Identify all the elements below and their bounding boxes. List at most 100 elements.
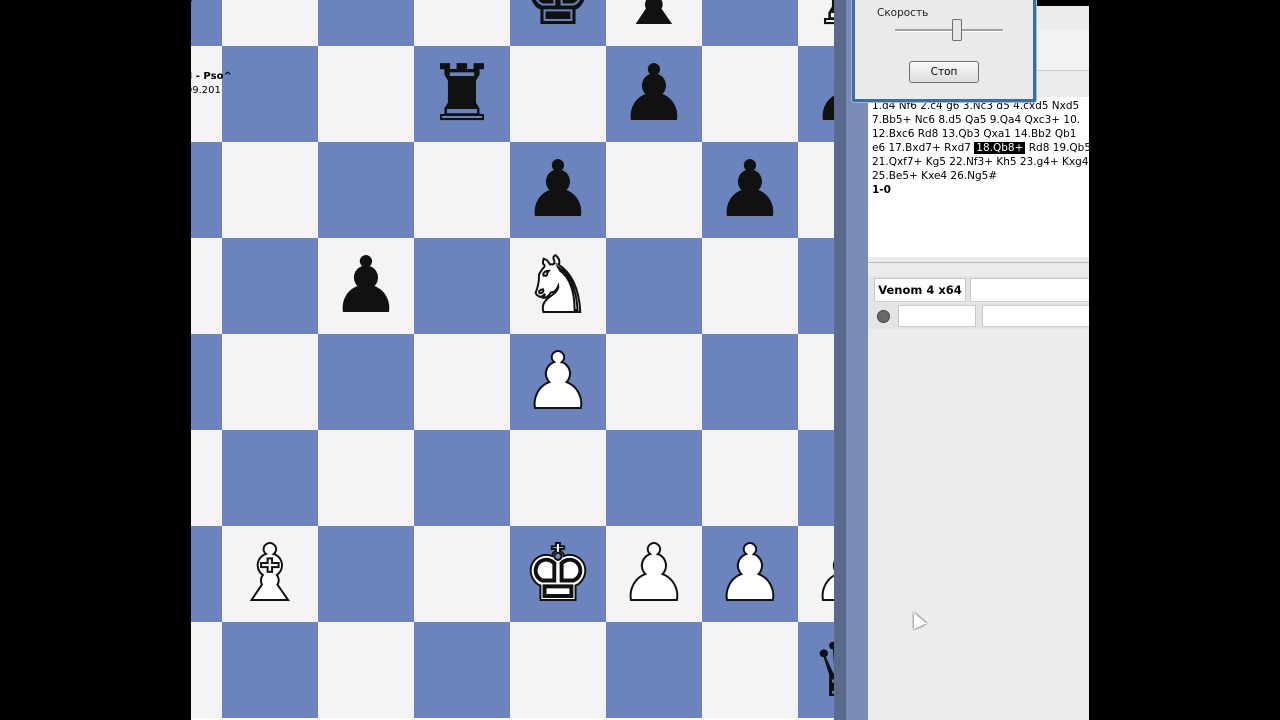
- board-square[interactable]: [222, 238, 318, 334]
- board-square[interactable]: [318, 430, 414, 526]
- chess-piece[interactable]: ♟: [318, 238, 414, 334]
- board-square[interactable]: [606, 334, 702, 430]
- board-square[interactable]: [191, 622, 222, 718]
- board-square[interactable]: ♟: [510, 334, 606, 430]
- chess-piece[interactable]: ♝: [606, 0, 702, 46]
- board-square[interactable]: [318, 142, 414, 238]
- board-square[interactable]: [318, 622, 414, 718]
- notation-line[interactable]: e6 17.Bxd7+ Rxd7 18.Qb8+ Rd8 19.Qb5: [872, 142, 1089, 154]
- board-square[interactable]: [318, 334, 414, 430]
- chess-piece[interactable]: ♟: [510, 334, 606, 430]
- board-square[interactable]: [606, 238, 702, 334]
- board-square[interactable]: ♚: [510, 526, 606, 622]
- board-square[interactable]: [606, 622, 702, 718]
- board-square[interactable]: [414, 142, 510, 238]
- chess-board-area[interactable]: ♛♚♝♜♜♟♟♟♟♟♞♟♝♚♟♟♟♛: [191, 0, 834, 720]
- board-square[interactable]: ♝: [222, 526, 318, 622]
- board-square[interactable]: ♜: [414, 46, 510, 142]
- board-square[interactable]: [414, 430, 510, 526]
- board-square[interactable]: [702, 622, 798, 718]
- board-square[interactable]: [318, 0, 414, 46]
- chess-piece[interactable]: ♛: [191, 0, 222, 46]
- board-square[interactable]: [222, 46, 318, 142]
- notation-line[interactable]: 12.Bxc6 Rd8 13.Qb3 Qxa1 14.Bb2 Qb1: [872, 128, 1076, 140]
- chess-piece[interactable]: ♚: [510, 0, 606, 46]
- board-square[interactable]: [510, 430, 606, 526]
- board-square[interactable]: ♟: [510, 142, 606, 238]
- board-square[interactable]: [798, 334, 834, 430]
- board-square[interactable]: ♟: [318, 238, 414, 334]
- chess-piece[interactable]: ♟: [606, 526, 702, 622]
- chess-piece[interactable]: ♟: [606, 46, 702, 142]
- chess-piece[interactable]: ♜: [414, 46, 510, 142]
- board-square[interactable]: ♚: [510, 0, 606, 46]
- board-square[interactable]: ♟: [798, 46, 834, 142]
- board-square[interactable]: ♟: [702, 142, 798, 238]
- board-square[interactable]: [222, 334, 318, 430]
- board-square[interactable]: ♟: [798, 526, 834, 622]
- chess-piece[interactable]: ♟: [510, 142, 606, 238]
- board-square[interactable]: [191, 430, 222, 526]
- speed-slider-track[interactable]: [895, 29, 1003, 32]
- notation-line[interactable]: 7.Bb5+ Nc6 8.d5 Qa5 9.Qa4 Qxc3+ 10.: [872, 114, 1080, 126]
- board-square[interactable]: [222, 0, 318, 46]
- chess-piece[interactable]: ♛: [798, 622, 834, 718]
- board-square[interactable]: [191, 142, 222, 238]
- board-square[interactable]: [798, 142, 834, 238]
- splitter-bar[interactable]: [846, 0, 868, 720]
- engine-name-tab[interactable]: Venom 4 x64: [874, 278, 966, 302]
- board-square[interactable]: [414, 526, 510, 622]
- board-square[interactable]: [222, 622, 318, 718]
- stop-button[interactable]: Стоп: [909, 61, 979, 83]
- engine-status-icon[interactable]: [877, 310, 890, 323]
- board-square[interactable]: [318, 526, 414, 622]
- board-square[interactable]: [606, 142, 702, 238]
- chess-piece[interactable]: ♟: [702, 526, 798, 622]
- notation-moves[interactable]: e6 17.Bxd7+ Rxd7: [872, 142, 971, 154]
- board-square[interactable]: [414, 334, 510, 430]
- board-square[interactable]: [510, 622, 606, 718]
- board-square[interactable]: ♝: [606, 0, 702, 46]
- board-square[interactable]: [414, 622, 510, 718]
- board-square[interactable]: [191, 238, 222, 334]
- board-square[interactable]: [510, 46, 606, 142]
- board-square[interactable]: [414, 238, 510, 334]
- board-square[interactable]: ♟: [702, 526, 798, 622]
- notation-line[interactable]: 21.Qxf7+ Kg5 22.Nf3+ Kh5 23.g4+ Kxg4: [872, 156, 1089, 168]
- chess-piece[interactable]: ♟: [798, 526, 834, 622]
- board-square[interactable]: [702, 334, 798, 430]
- board-square[interactable]: [702, 46, 798, 142]
- board-square[interactable]: [222, 142, 318, 238]
- speed-label: Скорость: [877, 7, 929, 19]
- board-square[interactable]: [798, 430, 834, 526]
- chess-piece[interactable]: ♝: [222, 526, 318, 622]
- chess-board[interactable]: ♛♚♝♜♜♟♟♟♟♟♞♟♝♚♟♟♟♛: [191, 0, 834, 718]
- board-square[interactable]: [606, 430, 702, 526]
- board-square[interactable]: [798, 238, 834, 334]
- board-square[interactable]: ♜: [798, 0, 834, 46]
- speed-slider-thumb[interactable]: [952, 19, 962, 41]
- chess-piece[interactable]: ♚: [510, 526, 606, 622]
- engine-info-field: [970, 278, 1089, 302]
- current-move-highlight[interactable]: 18.Qb8+: [974, 142, 1026, 154]
- chess-piece[interactable]: ♟: [702, 142, 798, 238]
- chess-piece[interactable]: ♞: [510, 238, 606, 334]
- board-square[interactable]: [191, 526, 222, 622]
- board-square[interactable]: ♛: [191, 0, 222, 46]
- board-square[interactable]: [191, 334, 222, 430]
- board-square[interactable]: [702, 238, 798, 334]
- board-square[interactable]: ♞: [510, 238, 606, 334]
- board-square[interactable]: [702, 0, 798, 46]
- chess-piece[interactable]: ♜: [798, 0, 834, 46]
- board-square[interactable]: [318, 46, 414, 142]
- notation-pane[interactable]: 1.d4 Nf6 2.c4 g6 3.Nc3 d5 4.cxd5 Nxd5 7.…: [868, 97, 1089, 257]
- board-square[interactable]: [414, 0, 510, 46]
- board-square[interactable]: ♟: [606, 526, 702, 622]
- board-square[interactable]: ♟: [606, 46, 702, 142]
- notation-moves[interactable]: Rd8 19.Qb5: [1029, 142, 1089, 154]
- board-square[interactable]: ♛: [798, 622, 834, 718]
- board-square[interactable]: [222, 430, 318, 526]
- notation-line[interactable]: 25.Be5+ Kxe4 26.Ng5#: [872, 170, 997, 182]
- board-square[interactable]: [702, 430, 798, 526]
- chess-piece[interactable]: ♟: [798, 46, 834, 142]
